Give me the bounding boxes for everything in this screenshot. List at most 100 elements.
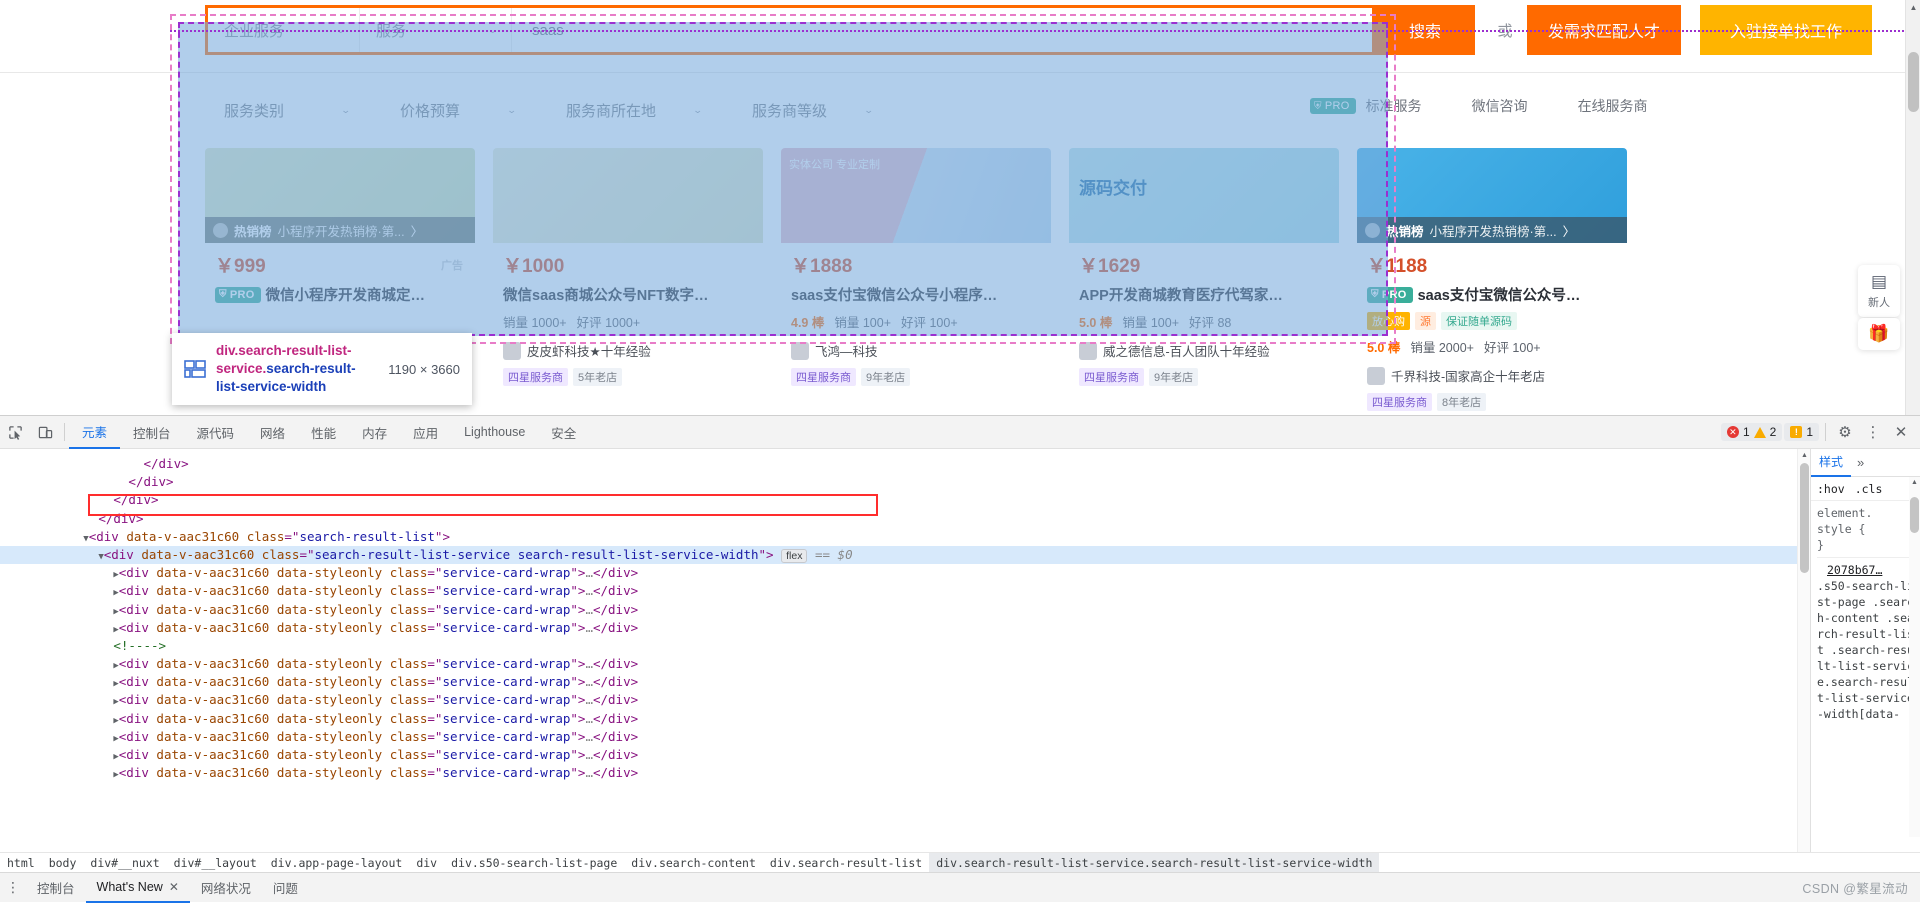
devtools-tabs[interactable]: 元素 控制台 源代码 网络 性能 内存 应用 Lighthouse 安全 — [69, 416, 589, 449]
toggle-wechat-consult[interactable] — [1431, 98, 1462, 114]
dom-scrollbar-thumb[interactable] — [1800, 463, 1809, 573]
close-devtools-icon[interactable]: ✕ — [1888, 416, 1914, 449]
devtools-status-area[interactable]: ✕ 1 2 ! 1 ⚙ ⋮ ✕ — [1720, 416, 1920, 449]
filter-bar[interactable]: 服务类别 ⌄ 价格预算 ⌄ 服务商所在地 ⌄ 服务商等级 ⌄ — [205, 88, 1375, 132]
filter-price-budget[interactable]: 价格预算 ⌄ — [381, 88, 531, 132]
shop-row[interactable]: 威之德信息-百人团队十年经验 — [1079, 341, 1329, 360]
more-options-icon[interactable]: ⋮ — [1860, 416, 1886, 449]
breadcrumb-item[interactable]: div.search-result-list — [763, 853, 929, 873]
dom-node[interactable]: ▶<div data-v-aac31c60 data-styleonly cla… — [0, 564, 1810, 582]
gift-widget[interactable]: 🎁 — [1858, 318, 1900, 350]
dom-node[interactable]: </div> — [0, 473, 1810, 491]
card-title[interactable]: ⛨ PRO 微信小程序开发商城定… — [215, 284, 465, 305]
styles-state-filters[interactable]: :hov .cls — [1811, 477, 1920, 501]
dom-node[interactable]: ▶<div data-v-aac31c60 data-styleonly cla… — [0, 728, 1810, 746]
breadcrumb-item[interactable]: div — [409, 853, 444, 873]
service-card[interactable]: 实体公司 专业定制 ￥1888 saas支付宝微信公众号小程序… 4.9 棒 销… — [781, 148, 1051, 415]
styles-tabs[interactable]: 样式 » — [1811, 449, 1920, 477]
toggle-standard-service[interactable] — [1270, 98, 1300, 114]
breadcrumb-item[interactable]: div#__nuxt — [83, 853, 166, 873]
drawer-tab-network-conditions[interactable]: 网络状况 — [190, 873, 262, 903]
filter-service-category[interactable]: 服务类别 ⌄ — [205, 88, 365, 132]
breadcrumb-item[interactable]: div.search-result-list-service.search-re… — [929, 852, 1380, 873]
breadcrumb-item[interactable]: div.search-content — [624, 853, 763, 873]
hov-toggle[interactable]: :hov — [1817, 482, 1845, 496]
filter-toggles[interactable]: ⛨ PRO 标准服务 微信咨询 在线服务商 — [1270, 96, 1648, 116]
dom-node[interactable]: </div> — [0, 455, 1810, 473]
message-count-group[interactable]: ! 1 — [1784, 423, 1819, 441]
toggle-online-provider[interactable] — [1537, 98, 1568, 114]
breadcrumb-item[interactable]: html — [0, 853, 42, 873]
tab-lighthouse[interactable]: Lighthouse — [451, 416, 538, 449]
dom-tree-pane[interactable]: </div> </div> </div> </div> ▼<div data-v… — [0, 449, 1810, 873]
dom-node[interactable]: </div> — [0, 491, 1810, 509]
tab-sources[interactable]: 源代码 — [184, 416, 248, 449]
dom-node[interactable]: ▶<div data-v-aac31c60 data-styleonly cla… — [0, 764, 1810, 782]
tab-styles[interactable]: 样式 — [1811, 449, 1852, 477]
dom-scrollbar[interactable]: ▲ ▼ — [1797, 449, 1810, 873]
dom-node[interactable]: ▶<div data-v-aac31c60 data-styleonly cla… — [0, 601, 1810, 619]
drawer-tab-issues[interactable]: 问题 — [262, 873, 309, 903]
dom-node[interactable]: ▶<div data-v-aac31c60 data-styleonly cla… — [0, 582, 1810, 600]
scroll-up-arrow-icon[interactable]: ▲ — [1798, 449, 1810, 462]
drawer-more-icon[interactable]: ⋮ — [0, 873, 26, 903]
tab-security[interactable]: 安全 — [538, 416, 589, 449]
flex-badge[interactable]: flex — [781, 548, 808, 563]
scroll-up-arrow-icon[interactable]: ▲ — [1906, 0, 1920, 15]
tab-console[interactable]: 控制台 — [120, 416, 184, 449]
card-title[interactable]: saas支付宝微信公众号小程序… — [791, 284, 1041, 305]
close-icon[interactable]: ✕ — [169, 880, 179, 894]
dom-node[interactable]: ▶<div data-v-aac31c60 data-styleonly cla… — [0, 746, 1810, 764]
filter-provider-level[interactable]: 服务商等级 ⌄ — [733, 88, 888, 132]
dom-node[interactable]: ▶<div data-v-aac31c60 data-styleonly cla… — [0, 673, 1810, 691]
card-title[interactable]: 微信saas商城公众号NFT数字… — [503, 284, 753, 305]
style-source-link[interactable]: 2078b67… — [1817, 562, 1914, 578]
styles-rules[interactable]: element. style { } 2078b67… .s50-search-… — [1811, 501, 1920, 726]
tab-performance[interactable]: 性能 — [298, 416, 349, 449]
error-warning-counts[interactable]: ✕ 1 2 — [1720, 423, 1783, 441]
hot-rank-bar[interactable]: 热销榜 小程序开发热销榜·第... 〉 — [205, 217, 475, 243]
tab-network[interactable]: 网络 — [247, 416, 298, 449]
devtools-toolbar[interactable]: 元素 控制台 源代码 网络 性能 内存 应用 Lighthouse 安全 ✕ 1… — [0, 416, 1920, 449]
devtools-drawer[interactable]: ⋮ 控制台 What's New ✕ 网络状况 问题 CSDN @繁星流动 — [0, 872, 1920, 903]
dom-node[interactable]: <!----> — [0, 637, 1810, 655]
drawer-tab-console[interactable]: 控制台 — [26, 873, 86, 903]
styles-pane[interactable]: 样式 » :hov .cls element. style { } 2078b6… — [1810, 449, 1920, 873]
dom-node[interactable]: ▶<div data-v-aac31c60 data-styleonly cla… — [0, 710, 1810, 728]
styles-more-icon[interactable]: » — [1851, 455, 1870, 470]
device-toolbar-icon[interactable] — [30, 416, 60, 449]
breadcrumb-item[interactable]: div.s50-search-list-page — [444, 853, 624, 873]
card-title[interactable]: ⛨ PRO saas支付宝微信公众号… — [1367, 284, 1617, 305]
tab-application[interactable]: 应用 — [400, 416, 451, 449]
dom-node[interactable]: ▶<div data-v-aac31c60 data-styleonly cla… — [0, 619, 1810, 637]
dom-node[interactable]: ▶<div data-v-aac31c60 data-styleonly cla… — [0, 655, 1810, 673]
scroll-up-arrow-icon[interactable]: ▲ — [1909, 477, 1920, 488]
dom-node[interactable]: ▼<div data-v-aac31c60 class="search-resu… — [0, 528, 1810, 546]
shop-row[interactable]: 皮皮虾科技★十年经验 — [503, 341, 753, 360]
shop-row[interactable]: 飞鸿—科技 — [791, 341, 1041, 360]
tab-memory[interactable]: 内存 — [349, 416, 400, 449]
dom-tree[interactable]: </div> </div> </div> </div> ▼<div data-v… — [0, 449, 1810, 782]
newcomer-widget[interactable]: ▤ 新人 — [1858, 265, 1900, 317]
breadcrumb-item[interactable]: div.app-page-layout — [264, 853, 410, 873]
inspected-page[interactable]: 企业服务 ⌄ 服务 ⌄ saas 搜索 或 发需求匹配人才 入驻接单找工作 服务… — [0, 0, 1920, 415]
page-scrollbar-thumb[interactable] — [1908, 52, 1919, 112]
shop-row[interactable]: 千界科技-国家高企十年老店 — [1367, 366, 1617, 385]
filter-provider-location[interactable]: 服务商所在地 ⌄ — [547, 88, 717, 132]
drawer-tab-whats-new[interactable]: What's New ✕ — [85, 873, 190, 903]
inspect-element-icon[interactable] — [0, 416, 30, 449]
service-card[interactable]: ￥1000 微信saas商城公众号NFT数字… 销量 1000+ 好评 1000… — [493, 148, 763, 415]
tab-elements[interactable]: 元素 — [69, 416, 121, 449]
breadcrumb[interactable]: html body div#__nuxt div#__layout div.app-pa… — [0, 852, 1920, 873]
breadcrumb-item[interactable]: body — [42, 853, 84, 873]
hot-rank-bar[interactable]: 热销榜 小程序开发热销榜·第... 〉 — [1357, 217, 1627, 243]
breadcrumb-item[interactable]: div#__layout — [167, 853, 264, 873]
dom-node[interactable]: ▶<div data-v-aac31c60 data-styleonly cla… — [0, 691, 1810, 709]
cls-toggle[interactable]: .cls — [1855, 482, 1883, 496]
service-card[interactable]: 源码交付 ￥1629 APP开发商城教育医疗代驾家… 5.0 棒 销量 100+… — [1069, 148, 1339, 415]
page-scrollbar[interactable]: ▲ — [1905, 0, 1920, 415]
card-title[interactable]: APP开发商城教育医疗代驾家… — [1079, 284, 1329, 305]
styles-scrollbar-thumb[interactable] — [1910, 497, 1919, 533]
dom-node-selected[interactable]: ▼<div data-v-aac31c60 class="search-resu… — [0, 545, 1810, 565]
styles-scrollbar[interactable]: ▲ — [1909, 477, 1920, 837]
